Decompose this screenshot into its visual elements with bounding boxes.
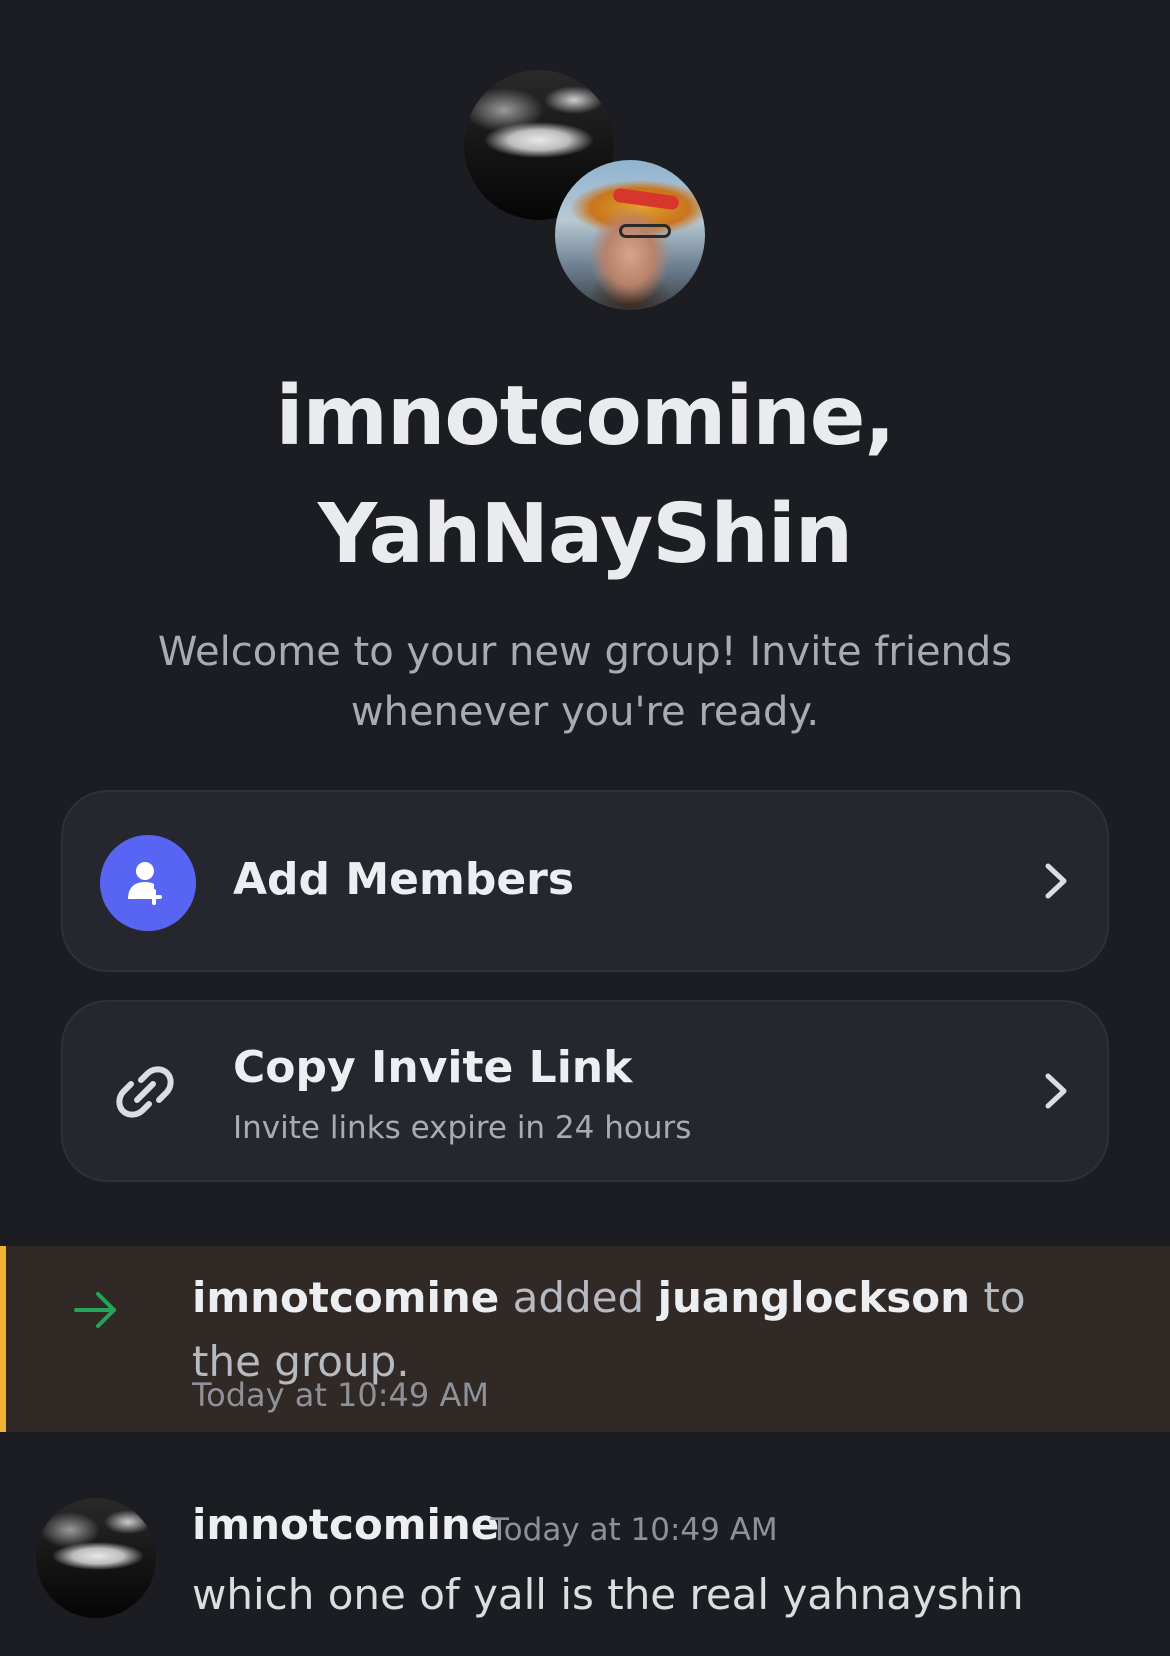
- add-user-icon: [128, 862, 162, 905]
- add-members-icon-badge: [100, 835, 196, 931]
- system-message-text: imnotcomine added juanglockson to the gr…: [192, 1266, 1092, 1394]
- avatar[interactable]: [36, 1498, 156, 1618]
- invite-expiry-note: Invite links expire in 24 hours: [233, 1110, 692, 1146]
- system-verb: added: [512, 1273, 645, 1322]
- group-title-line-1: imnotcomine,: [275, 369, 895, 464]
- system-message-member-added: imnotcomine added juanglockson to the gr…: [0, 1246, 1170, 1432]
- copy-invite-link-label: Copy Invite Link: [233, 1042, 633, 1093]
- avatar-glasses-detail: [619, 224, 671, 238]
- system-actor-name[interactable]: imnotcomine: [192, 1273, 499, 1322]
- group-title-line-2: YahNayShin: [317, 487, 853, 582]
- member-avatar-yahnayshin: [555, 160, 705, 310]
- copy-invite-link-button[interactable]: Copy Invite Link Invite links expire in …: [61, 1000, 1109, 1182]
- avatar-hat-detail: [612, 187, 680, 211]
- message-text: which one of yall is the real yahnayshin: [192, 1570, 1024, 1619]
- welcome-text: Welcome to your new group! Invite friend…: [157, 629, 1013, 735]
- add-members-button[interactable]: Add Members: [61, 790, 1109, 972]
- message-author[interactable]: imnotcomine: [192, 1500, 499, 1549]
- group-avatar-stack: [464, 70, 708, 310]
- highlight-accent-bar: [0, 1246, 6, 1432]
- add-members-label: Add Members: [233, 854, 575, 905]
- chevron-right-icon: [1045, 1073, 1067, 1109]
- system-target-name[interactable]: juanglockson: [658, 1273, 970, 1322]
- arrow-right-icon: [74, 1292, 116, 1328]
- link-icon: [116, 1066, 174, 1118]
- group-title: imnotcomine, YahNayShin: [0, 358, 1170, 594]
- chevron-right-icon: [1045, 863, 1067, 899]
- system-message-timestamp: Today at 10:49 AM: [192, 1376, 489, 1414]
- message-timestamp: Today at 10:49 AM: [490, 1512, 778, 1548]
